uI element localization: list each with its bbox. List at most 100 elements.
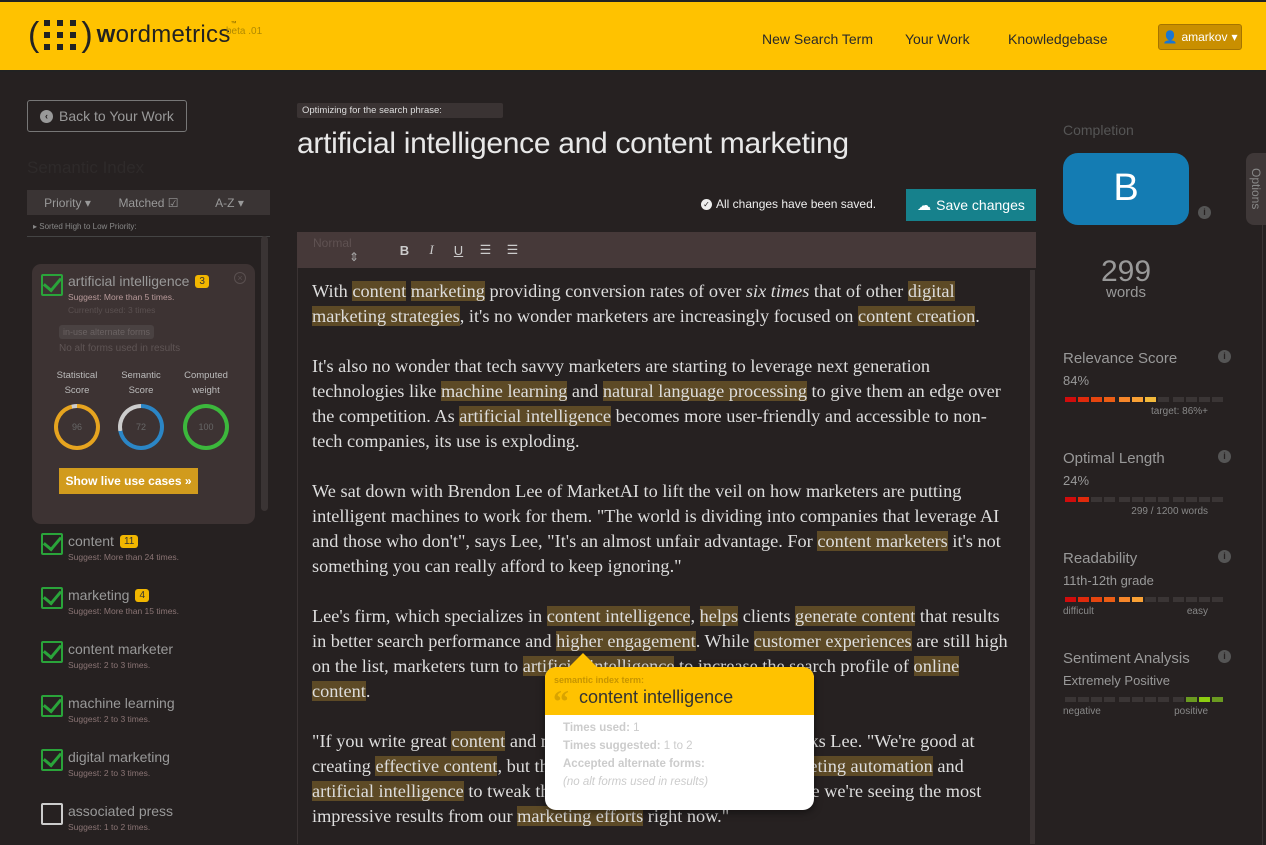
highlighted-term[interactable]: helps: [699, 606, 739, 626]
expanded-term-card[interactable]: artificial intelligence 3 Suggest: More t…: [32, 264, 255, 524]
count-badge: 11: [119, 535, 139, 548]
highlighted-term[interactable]: effective content: [375, 756, 498, 776]
checked-icon[interactable]: [41, 641, 63, 663]
metric-value: Extremely Positive: [1063, 673, 1170, 688]
back-to-your-work-button[interactable]: ‹ Back to Your Work: [27, 100, 187, 132]
checked-icon[interactable]: [41, 587, 63, 609]
wordmetrics-logo[interactable]: ( ) wordmetrics™: [28, 18, 237, 52]
meter-segment: [1199, 597, 1210, 602]
text: and: [932, 756, 964, 776]
nav-new-search-term[interactable]: New Search Term: [762, 31, 873, 47]
meter-segment: [1065, 497, 1076, 502]
checked-icon[interactable]: [41, 749, 63, 771]
meter-segment: [1065, 697, 1076, 702]
nav-your-work[interactable]: Your Work: [905, 31, 970, 47]
unchecked-icon[interactable]: [41, 803, 63, 825]
meter-segment: [1212, 497, 1223, 502]
sidebar-scrollbar[interactable]: [261, 236, 268, 511]
save-changes-button[interactable]: ☁ Save changes: [906, 189, 1036, 221]
info-icon[interactable]: i: [1218, 550, 1231, 563]
editor-scrollbar[interactable]: [1030, 270, 1035, 844]
show-live-use-cases-button[interactable]: Show live use cases »: [59, 468, 198, 494]
score-ring: 100: [183, 404, 229, 450]
highlighted-term[interactable]: content creation: [857, 306, 976, 326]
highlighted-term[interactable]: content: [451, 731, 506, 751]
metric-value: 11th-12th grade: [1063, 573, 1154, 588]
italic-button[interactable]: I: [418, 242, 445, 258]
meter-segment: [1158, 597, 1169, 602]
options-tab[interactable]: Options: [1246, 153, 1266, 225]
highlighted-term[interactable]: content marketers: [817, 531, 948, 551]
sort-bar: Priority ▾ Matched ☑ A-Z ▾: [27, 190, 270, 215]
meter-segment: [1145, 597, 1156, 602]
highlighted-term[interactable]: content: [352, 281, 407, 301]
meter-segment: [1078, 497, 1089, 502]
term-name: content 11: [68, 533, 139, 549]
info-icon[interactable]: i: [1198, 206, 1211, 219]
meter-segment: [1104, 597, 1115, 602]
close-icon[interactable]: ×: [234, 272, 246, 284]
ordered-list-icon[interactable]: ☰: [472, 242, 499, 258]
meter-segment: [1173, 697, 1184, 702]
paragraph[interactable]: With content marketing providing convers…: [312, 279, 1017, 329]
highlighted-term[interactable]: marketing: [410, 281, 485, 301]
nav-knowledgebase[interactable]: Knowledgebase: [1008, 31, 1108, 47]
text: six times: [745, 281, 810, 301]
meter-segment: [1104, 497, 1115, 502]
meter-segment: [1091, 497, 1102, 502]
chevron-left-circle-icon: ‹: [40, 109, 53, 123]
text: .: [975, 306, 980, 326]
meter-segment: [1119, 497, 1130, 502]
paragraph[interactable]: We sat down with Brendon Lee of MarketAI…: [312, 479, 1017, 579]
meter-segment: [1119, 397, 1130, 402]
sort-priority[interactable]: Priority ▾: [27, 196, 108, 210]
meter-segment: [1091, 597, 1102, 602]
paragraph[interactable]: It's also no wonder that tech savvy mark…: [312, 354, 1017, 454]
semantic-index-heading: Semantic Index: [27, 158, 145, 177]
bullet-list-icon[interactable]: ☰: [499, 242, 526, 258]
highlighted-term[interactable]: artificial intelligence: [312, 781, 464, 801]
highlighted-term[interactable]: content intelligence: [546, 606, 691, 626]
meter-segment: [1145, 697, 1156, 702]
underline-button[interactable]: U: [445, 243, 472, 258]
text: clients: [738, 606, 796, 626]
meter-caption-right: target: 86%+: [1151, 406, 1208, 417]
logo-dots-icon: [44, 20, 77, 50]
word-count: 299 words: [1100, 255, 1152, 301]
sort-az[interactable]: A-Z ▾: [189, 196, 270, 210]
info-icon[interactable]: i: [1218, 450, 1231, 463]
term-name: associated press: [68, 803, 174, 819]
highlighted-term[interactable]: machine learning: [440, 381, 568, 401]
cloud-upload-icon: ☁: [917, 196, 932, 213]
format-select[interactable]: Normal ⇕: [313, 236, 391, 264]
text: Lee's firm, which specializes in: [312, 606, 547, 626]
no-alt-forms: No alt forms used in results: [59, 343, 181, 354]
metric-meter: [1063, 697, 1223, 703]
highlighted-term[interactable]: natural language processing: [602, 381, 807, 401]
beta-label: beta .01: [226, 26, 263, 37]
check-circle-icon: ✓: [701, 198, 712, 210]
highlighted-term[interactable]: higher engagement: [556, 631, 696, 651]
alt-forms-none: (no alt forms used in results): [563, 776, 709, 788]
sorted-label: ▸ Sorted High to Low Priority:: [33, 222, 137, 231]
sort-matched[interactable]: Matched ☑: [108, 196, 189, 210]
info-icon[interactable]: i: [1218, 350, 1231, 363]
info-icon[interactable]: i: [1218, 650, 1231, 663]
highlighted-term[interactable]: customer experiences: [753, 631, 912, 651]
meter-segment: [1132, 397, 1143, 402]
highlighted-term[interactable]: artificial intelligence: [459, 406, 612, 426]
meter-caption-right: easy: [1186, 606, 1208, 617]
checked-icon[interactable]: [41, 695, 63, 717]
bold-button[interactable]: B: [391, 243, 418, 258]
term-suggest: Suggest: 2 to 3 times.: [68, 660, 151, 670]
meter-segment: [1145, 397, 1156, 402]
meter-segment: [1104, 697, 1115, 702]
metric-title: Optimal Length: [1063, 450, 1165, 467]
text: ,: [690, 606, 700, 626]
highlighted-term[interactable]: generate content: [795, 606, 916, 626]
times-used: Times used: 1: [563, 722, 640, 734]
meter-segment: [1186, 497, 1197, 502]
tooltip-arrow: [569, 653, 597, 667]
checked-icon[interactable]: [41, 533, 63, 555]
user-menu-button[interactable]: 👤 amarkov ▾: [1158, 24, 1242, 50]
